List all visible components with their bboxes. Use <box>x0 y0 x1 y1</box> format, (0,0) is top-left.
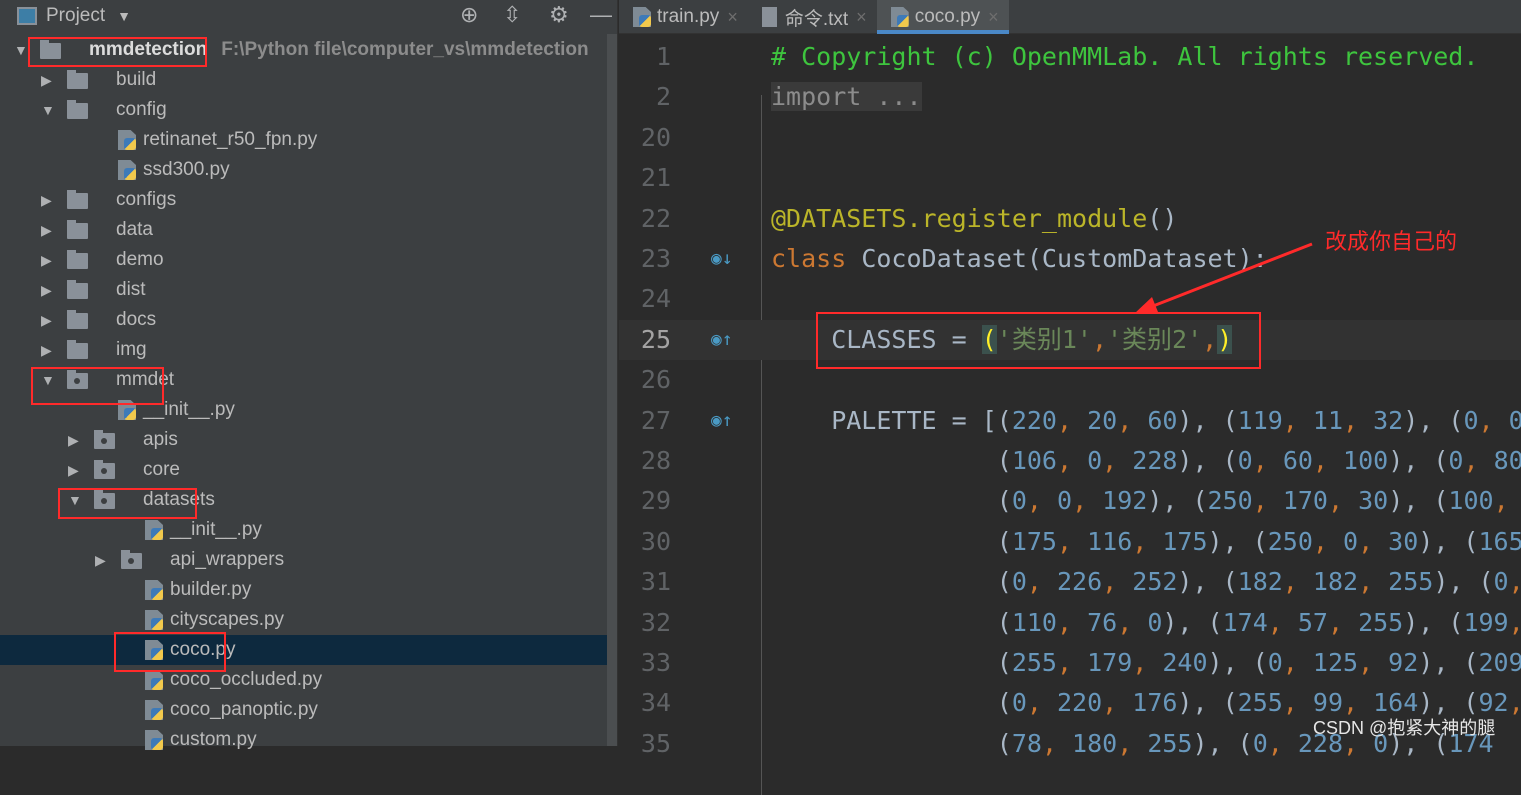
annotation-note: 改成你自己的 <box>1325 224 1457 256</box>
annotation-arrow <box>0 0 1521 746</box>
watermark: CSDN @抱紧大神的腿 <box>1313 714 1495 740</box>
